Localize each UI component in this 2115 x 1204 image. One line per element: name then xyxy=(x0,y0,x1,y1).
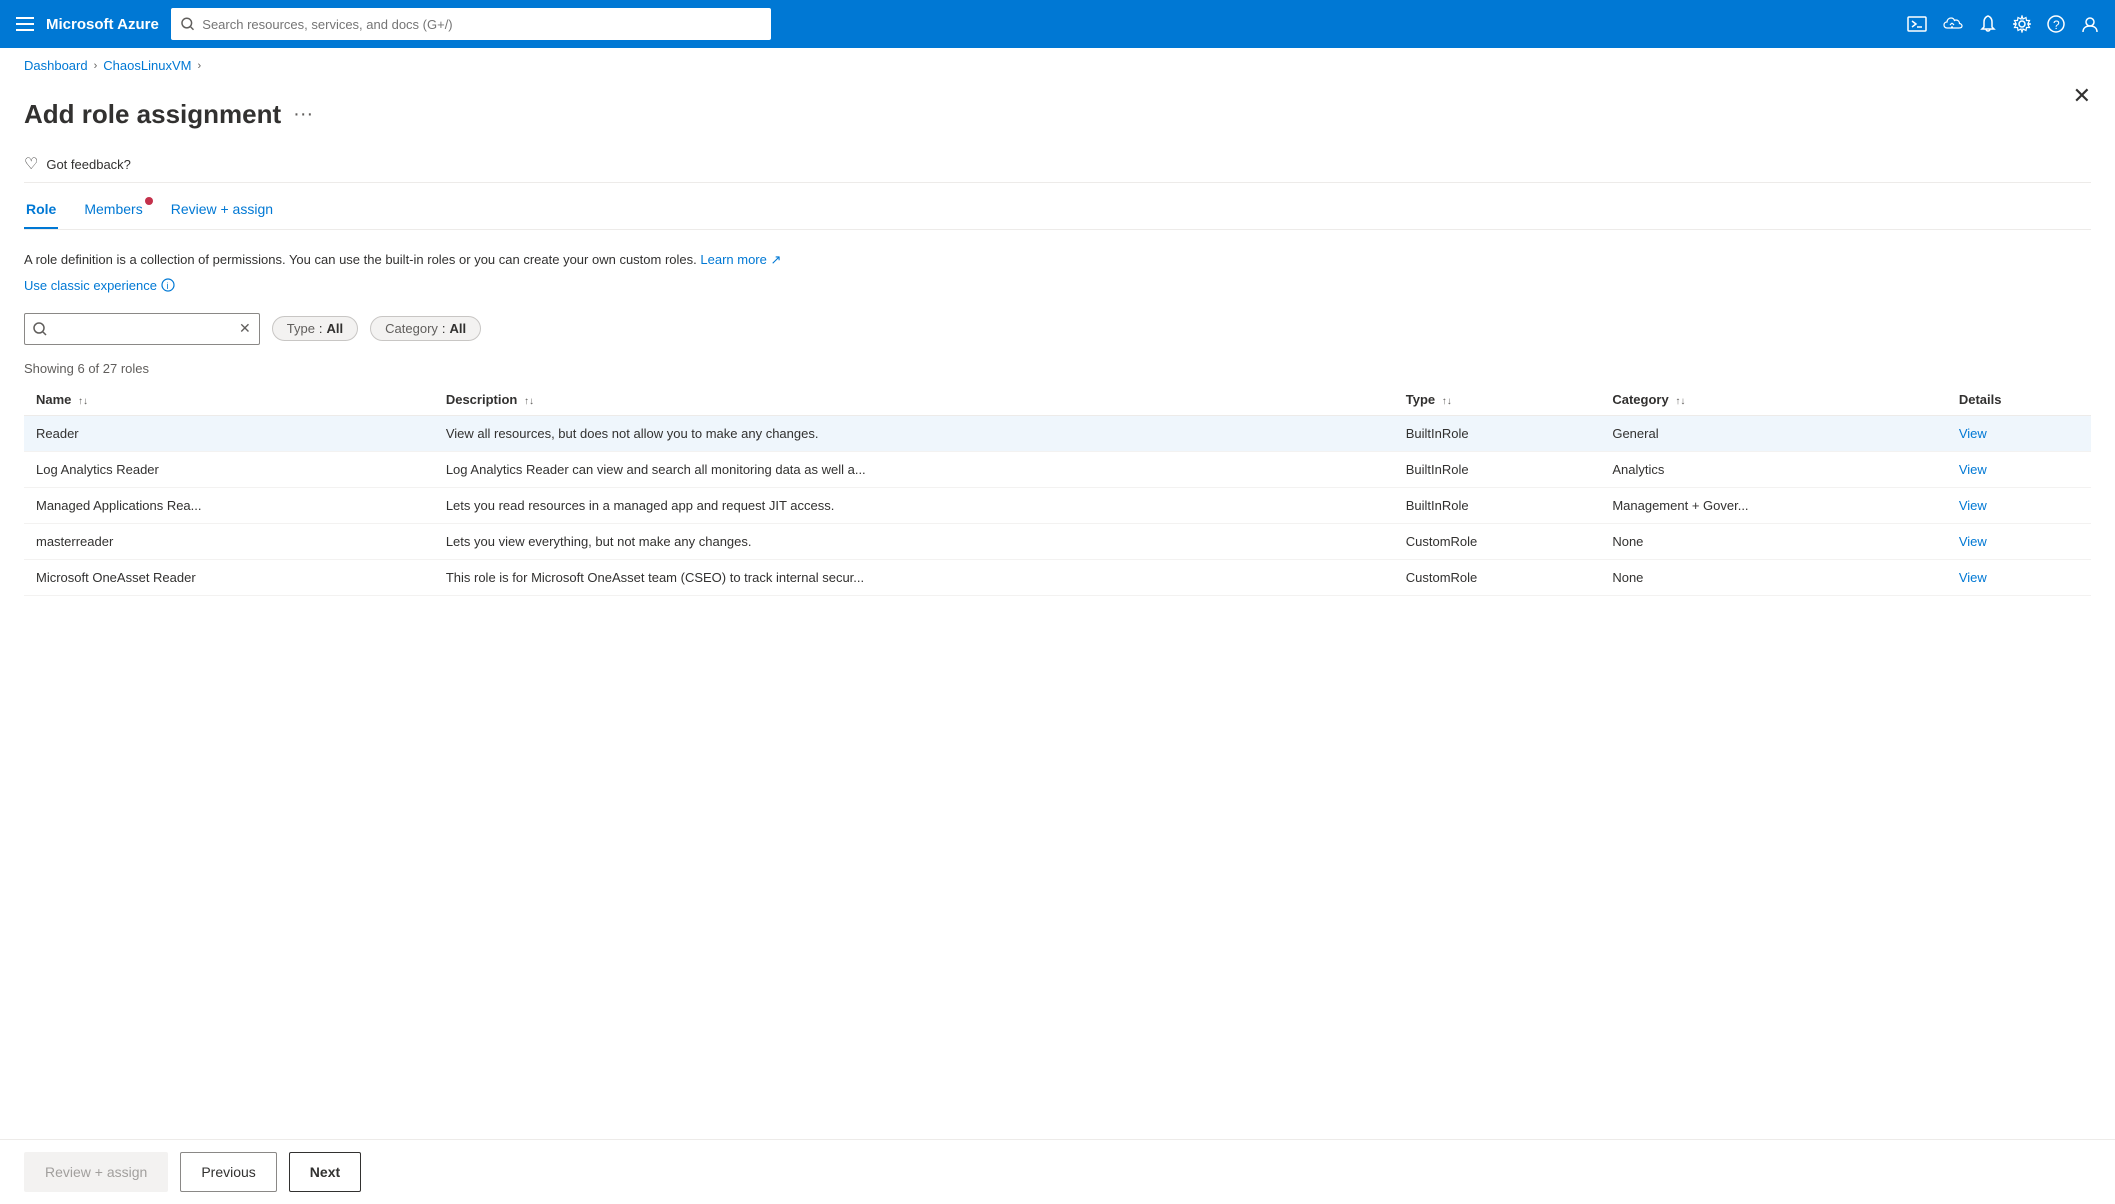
page-title: Add role assignment xyxy=(24,99,281,130)
cell-type: BuiltInRole xyxy=(1394,415,1601,451)
cell-description: This role is for Microsoft OneAsset team… xyxy=(434,559,1394,595)
col-category[interactable]: Category ↑↓ xyxy=(1600,384,1947,416)
view-link[interactable]: View xyxy=(1959,534,1987,549)
table-row[interactable]: Managed Applications Rea... Lets you rea… xyxy=(24,487,2091,523)
tab-review-assign[interactable]: Review + assign xyxy=(169,191,275,229)
global-search[interactable] xyxy=(171,8,771,40)
role-description: A role definition is a collection of per… xyxy=(24,250,2091,270)
breadcrumb-dashboard[interactable]: Dashboard xyxy=(24,58,88,73)
cell-details[interactable]: View xyxy=(1947,523,2091,559)
bottom-bar: Review + assign Previous Next xyxy=(0,1139,2115,1204)
cell-type: BuiltInRole xyxy=(1394,451,1601,487)
topbar-icons: ? xyxy=(1907,14,2099,34)
topbar: Microsoft Azure xyxy=(0,0,2115,48)
tab-role[interactable]: Role xyxy=(24,191,58,229)
search-box-icon xyxy=(33,322,47,336)
type-filter-pill[interactable]: Type : All xyxy=(272,316,358,341)
filter-row: Reader ✕ Type : All Category : All xyxy=(24,313,2091,345)
hamburger-menu[interactable] xyxy=(16,17,34,31)
cell-type: CustomRole xyxy=(1394,559,1601,595)
more-options-icon[interactable]: ··· xyxy=(293,103,313,126)
terminal-icon[interactable] xyxy=(1907,16,1927,32)
cell-name: masterreader xyxy=(24,523,434,559)
cell-details[interactable]: View xyxy=(1947,559,2091,595)
cloud-shell-icon[interactable] xyxy=(1943,16,1963,32)
table-row[interactable]: Reader View all resources, but does not … xyxy=(24,415,2091,451)
cell-details[interactable]: View xyxy=(1947,451,2091,487)
name-sort-icon[interactable]: ↑↓ xyxy=(78,396,88,407)
breadcrumb-sep-2: › xyxy=(197,60,201,72)
view-link[interactable]: View xyxy=(1959,462,1987,477)
cell-description: Lets you read resources in a managed app… xyxy=(434,487,1394,523)
cell-details[interactable]: View xyxy=(1947,415,2091,451)
search-icon xyxy=(181,17,194,31)
col-details: Details xyxy=(1947,384,2091,416)
desc-sort-icon[interactable]: ↑↓ xyxy=(524,396,534,407)
cell-name: Managed Applications Rea... xyxy=(24,487,434,523)
breadcrumb: Dashboard › ChaosLinuxVM › xyxy=(0,48,2115,83)
category-sort-icon[interactable]: ↑↓ xyxy=(1675,396,1685,407)
role-search-input[interactable]: Reader xyxy=(53,321,233,336)
next-button[interactable]: Next xyxy=(289,1152,361,1192)
cell-description: Lets you view everything, but not make a… xyxy=(434,523,1394,559)
view-link[interactable]: View xyxy=(1959,498,1987,513)
view-link[interactable]: View xyxy=(1959,426,1987,441)
table-body: Reader View all resources, but does not … xyxy=(24,415,2091,595)
table-row[interactable]: masterreader Lets you view everything, b… xyxy=(24,523,2091,559)
cell-category: Management + Gover... xyxy=(1600,487,1947,523)
cell-category: General xyxy=(1600,415,1947,451)
members-badge xyxy=(145,197,153,205)
notifications-icon[interactable] xyxy=(1979,14,1997,34)
cell-category: None xyxy=(1600,523,1947,559)
cell-type: CustomRole xyxy=(1394,523,1601,559)
tab-members[interactable]: Members xyxy=(82,191,144,229)
type-sort-icon[interactable]: ↑↓ xyxy=(1442,396,1452,407)
feedback-heart-icon: ♡ xyxy=(24,154,38,174)
learn-more-link[interactable]: Learn more ↗ xyxy=(700,252,781,267)
table-header: Name ↑↓ Description ↑↓ Type ↑↓ Category … xyxy=(24,384,2091,416)
feedback-text[interactable]: Got feedback? xyxy=(46,157,131,172)
showing-text: Showing 6 of 27 roles xyxy=(24,361,2091,376)
app-logo: Microsoft Azure xyxy=(46,16,159,33)
tabs: Role Members Review + assign xyxy=(24,191,2091,230)
search-clear-icon[interactable]: ✕ xyxy=(239,320,251,337)
main-content: Add role assignment ··· ✕ ♡ Got feedback… xyxy=(0,83,2115,596)
col-description[interactable]: Description ↑↓ xyxy=(434,384,1394,416)
col-type[interactable]: Type ↑↓ xyxy=(1394,384,1601,416)
category-filter-pill[interactable]: Category : All xyxy=(370,316,481,341)
breadcrumb-sep-1: › xyxy=(94,60,98,72)
col-name[interactable]: Name ↑↓ xyxy=(24,384,434,416)
table-container: Name ↑↓ Description ↑↓ Type ↑↓ Category … xyxy=(24,384,2091,596)
cell-description: Log Analytics Reader can view and search… xyxy=(434,451,1394,487)
classic-experience-link[interactable]: Use classic experience i xyxy=(24,278,2091,293)
review-assign-button[interactable]: Review + assign xyxy=(24,1152,168,1192)
previous-button[interactable]: Previous xyxy=(180,1152,276,1192)
view-link[interactable]: View xyxy=(1959,570,1987,585)
cell-category: Analytics xyxy=(1600,451,1947,487)
svg-text:i: i xyxy=(166,281,168,291)
table-row[interactable]: Microsoft OneAsset Reader This role is f… xyxy=(24,559,2091,595)
close-button[interactable]: ✕ xyxy=(2073,83,2091,109)
svg-text:?: ? xyxy=(2053,18,2060,32)
feedback-bar: ♡ Got feedback? xyxy=(24,146,2091,183)
search-box[interactable]: Reader ✕ xyxy=(24,313,260,345)
table-row[interactable]: Log Analytics Reader Log Analytics Reade… xyxy=(24,451,2091,487)
settings-icon[interactable] xyxy=(2013,15,2031,33)
roles-table: Name ↑↓ Description ↑↓ Type ↑↓ Category … xyxy=(24,384,2091,596)
cell-name: Log Analytics Reader xyxy=(24,451,434,487)
profile-icon[interactable] xyxy=(2081,15,2099,33)
info-icon: i xyxy=(161,278,175,292)
global-search-input[interactable] xyxy=(202,17,761,32)
cell-details[interactable]: View xyxy=(1947,487,2091,523)
cell-description: View all resources, but does not allow y… xyxy=(434,415,1394,451)
breadcrumb-vm[interactable]: ChaosLinuxVM xyxy=(103,58,191,73)
cell-category: None xyxy=(1600,559,1947,595)
cell-name: Microsoft OneAsset Reader xyxy=(24,559,434,595)
help-icon[interactable]: ? xyxy=(2047,15,2065,33)
cell-name: Reader xyxy=(24,415,434,451)
page-header: Add role assignment ··· xyxy=(24,99,2091,130)
cell-type: BuiltInRole xyxy=(1394,487,1601,523)
